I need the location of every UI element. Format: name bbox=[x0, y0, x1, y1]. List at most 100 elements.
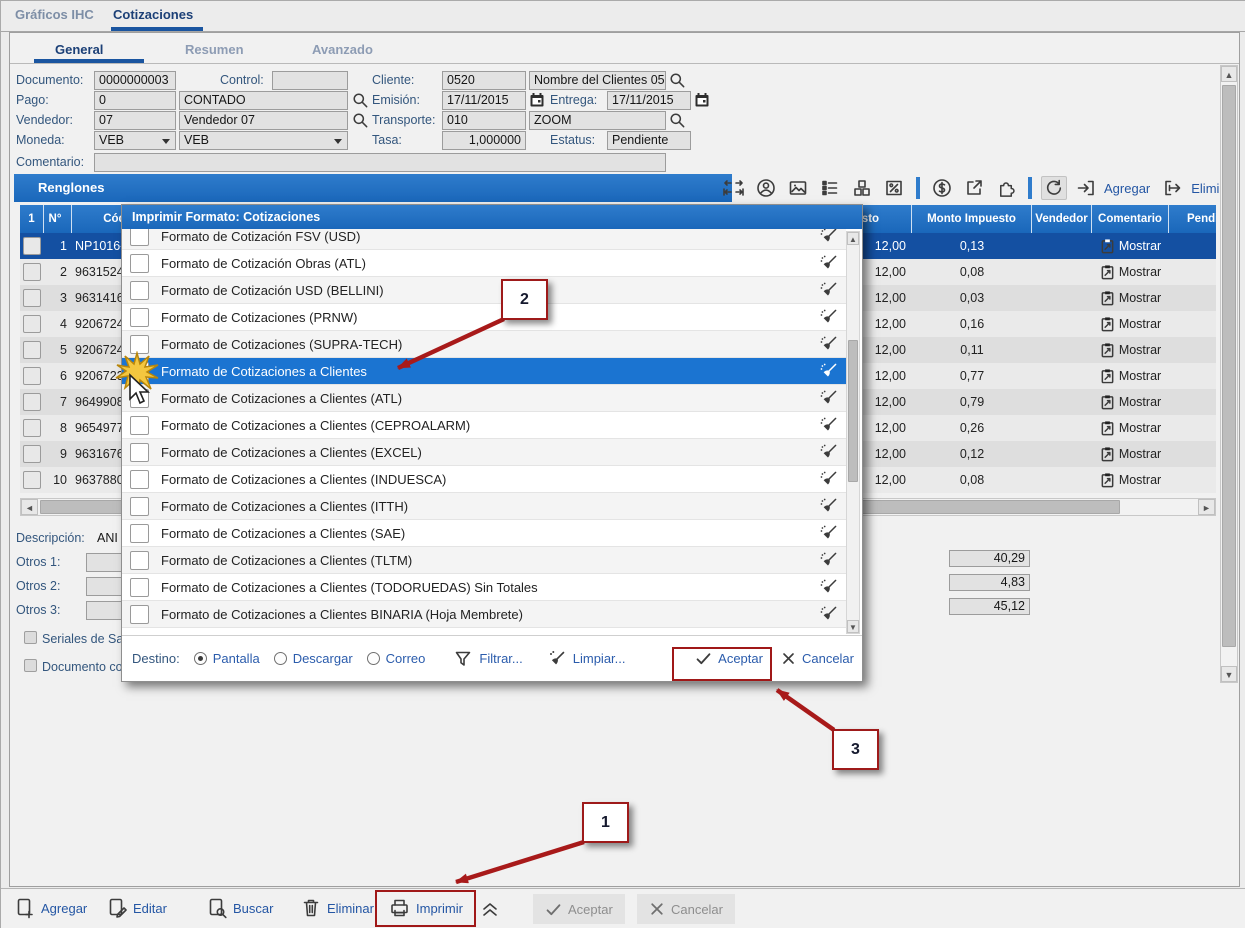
eliminar-button[interactable]: Eliminar bbox=[301, 897, 374, 919]
col-pendiente[interactable]: Pendiente bbox=[1169, 205, 1216, 233]
buscar-button[interactable]: Buscar bbox=[207, 897, 273, 919]
col-comentario[interactable]: Comentario bbox=[1092, 205, 1169, 233]
row-select-cell[interactable] bbox=[20, 315, 44, 333]
tab-resumen[interactable]: Resumen bbox=[185, 42, 244, 57]
format-checkbox[interactable] bbox=[130, 443, 149, 462]
format-list-item[interactable]: Formato de Cotización Obras (ATL) bbox=[122, 250, 846, 277]
dialog-cancelar-button[interactable]: Cancelar bbox=[781, 651, 854, 666]
filtrar-button[interactable]: Filtrar... bbox=[453, 649, 522, 669]
format-checkbox[interactable] bbox=[130, 605, 149, 624]
external-link-icon[interactable] bbox=[961, 176, 987, 200]
format-list-item[interactable]: Formato de Cotizaciones (PRNW) bbox=[122, 304, 846, 331]
moneda-name-select[interactable]: VEB bbox=[179, 131, 348, 150]
format-list-item[interactable]: Formato de Cotizaciones a Clientes (TLTM… bbox=[122, 547, 846, 574]
image-icon[interactable] bbox=[785, 176, 811, 200]
scroll-left-icon[interactable]: ◄ bbox=[21, 499, 38, 515]
list-icon[interactable] bbox=[817, 176, 843, 200]
format-checkbox[interactable] bbox=[130, 254, 149, 273]
dollar-icon[interactable] bbox=[929, 176, 955, 200]
vscroll-thumb[interactable] bbox=[1222, 85, 1236, 647]
puzzle-icon[interactable] bbox=[993, 176, 1019, 200]
row-select-cell[interactable] bbox=[20, 393, 44, 411]
format-list-item[interactable]: Formato de Cotizaciones a Clientes bbox=[122, 358, 846, 385]
transporte-search-icon[interactable] bbox=[667, 110, 687, 130]
row-comentario-button[interactable]: Mostrar bbox=[1092, 446, 1169, 462]
scroll-right-icon[interactable]: ► bbox=[1198, 499, 1215, 515]
transporte-name-field[interactable]: ZOOM bbox=[529, 111, 666, 130]
format-list-item[interactable]: Formato de Cotizaciones a Clientes (TODO… bbox=[122, 574, 846, 601]
entrega-calendar-icon[interactable] bbox=[692, 90, 712, 110]
row-checkbox[interactable] bbox=[23, 419, 41, 437]
row-select-cell[interactable] bbox=[20, 471, 44, 489]
moneda-code-select[interactable]: VEB bbox=[94, 131, 176, 150]
control-field[interactable] bbox=[272, 71, 348, 90]
format-list-item[interactable]: Formato de Cotizaciones a Clientes (INDU… bbox=[122, 466, 846, 493]
percent-icon[interactable] bbox=[881, 176, 907, 200]
emision-calendar-icon[interactable] bbox=[527, 90, 547, 110]
row-select-cell[interactable] bbox=[20, 445, 44, 463]
aceptar-button-disabled[interactable]: Aceptar bbox=[533, 894, 625, 924]
format-list-item[interactable]: Formato de Cotizaciones a Clientes (SAE) bbox=[122, 520, 846, 547]
editar-button[interactable]: Editar bbox=[107, 897, 167, 919]
entrega-field[interactable]: 17/11/2015 bbox=[607, 91, 691, 110]
row-comentario-button[interactable]: Mostrar bbox=[1092, 472, 1169, 488]
comentario-field[interactable] bbox=[94, 153, 666, 172]
row-checkbox[interactable] bbox=[23, 237, 41, 255]
dialog-scrollbar[interactable]: ▲ ▼ bbox=[846, 231, 860, 634]
row-comentario-button[interactable]: Mostrar bbox=[1092, 238, 1169, 254]
pago-code-field[interactable]: 0 bbox=[94, 91, 176, 110]
row-select-cell[interactable] bbox=[20, 419, 44, 437]
destino-descargar-radio[interactable]: Descargar bbox=[274, 651, 353, 666]
format-checkbox[interactable] bbox=[130, 497, 149, 516]
tab-cotizaciones[interactable]: Cotizaciones bbox=[113, 7, 193, 22]
cliente-search-icon[interactable] bbox=[667, 70, 687, 90]
emision-field[interactable]: 17/11/2015 bbox=[442, 91, 526, 110]
row-select-cell[interactable] bbox=[20, 289, 44, 307]
resize-columns-icon[interactable] bbox=[721, 176, 747, 200]
otros3-field[interactable] bbox=[86, 601, 126, 620]
row-checkbox[interactable] bbox=[23, 341, 41, 359]
tab-graficos-ihc[interactable]: Gráficos IHC bbox=[15, 7, 94, 22]
row-select-cell[interactable] bbox=[20, 367, 44, 385]
row-checkbox[interactable] bbox=[23, 315, 41, 333]
tasa-field[interactable]: 1,000000 bbox=[442, 131, 526, 150]
format-list-item[interactable]: Formato de Cotizaciones a Clientes (ATL) bbox=[122, 385, 846, 412]
row-select-cell[interactable] bbox=[20, 341, 44, 359]
limpiar-button[interactable]: Limpiar... bbox=[547, 649, 626, 669]
panel-vscrollbar[interactable]: ▲ ▼ bbox=[1220, 65, 1238, 683]
documento-checkbox[interactable] bbox=[24, 659, 37, 672]
pallet-icon[interactable] bbox=[849, 176, 875, 200]
row-checkbox[interactable] bbox=[23, 445, 41, 463]
format-checkbox[interactable] bbox=[130, 416, 149, 435]
row-comentario-button[interactable]: Mostrar bbox=[1092, 394, 1169, 410]
row-comentario-button[interactable]: Mostrar bbox=[1092, 316, 1169, 332]
format-checkbox[interactable] bbox=[130, 470, 149, 489]
col-numero[interactable]: N° bbox=[44, 205, 72, 233]
col-vendedor[interactable]: Vendedor bbox=[1032, 205, 1092, 233]
export-row-icon[interactable] bbox=[1160, 176, 1186, 200]
otros2-field[interactable] bbox=[86, 577, 126, 596]
scroll-up-icon[interactable]: ▲ bbox=[847, 232, 859, 245]
row-checkbox[interactable] bbox=[23, 263, 41, 281]
agregar-button[interactable]: Agregar bbox=[15, 897, 87, 919]
row-checkbox[interactable] bbox=[23, 289, 41, 307]
row-checkbox[interactable] bbox=[23, 393, 41, 411]
destino-pantalla-radio[interactable]: Pantalla bbox=[194, 651, 260, 666]
format-list-item[interactable]: Formato de Cotizaciones a Clientes (ITTH… bbox=[122, 493, 846, 520]
cliente-code-field[interactable]: 0520 bbox=[442, 71, 526, 90]
tab-general[interactable]: General bbox=[55, 42, 103, 57]
row-comentario-button[interactable]: Mostrar bbox=[1092, 368, 1169, 384]
row-checkbox[interactable] bbox=[23, 367, 41, 385]
otros1-field[interactable] bbox=[86, 553, 126, 572]
pago-search-icon[interactable] bbox=[350, 90, 370, 110]
person-icon[interactable] bbox=[753, 176, 779, 200]
renglones-agregar-button[interactable]: Agregar bbox=[1104, 181, 1150, 196]
col-monto-impuesto[interactable]: Monto Impuesto bbox=[912, 205, 1032, 233]
vendedor-search-icon[interactable] bbox=[350, 110, 370, 130]
cancelar-button-disabled[interactable]: Cancelar bbox=[637, 894, 735, 924]
transporte-code-field[interactable]: 010 bbox=[442, 111, 526, 130]
cliente-name-field[interactable]: Nombre del Clientes 052 bbox=[529, 71, 666, 90]
dialog-scroll-thumb[interactable] bbox=[848, 340, 858, 482]
row-checkbox[interactable] bbox=[23, 471, 41, 489]
format-checkbox[interactable] bbox=[130, 551, 149, 570]
